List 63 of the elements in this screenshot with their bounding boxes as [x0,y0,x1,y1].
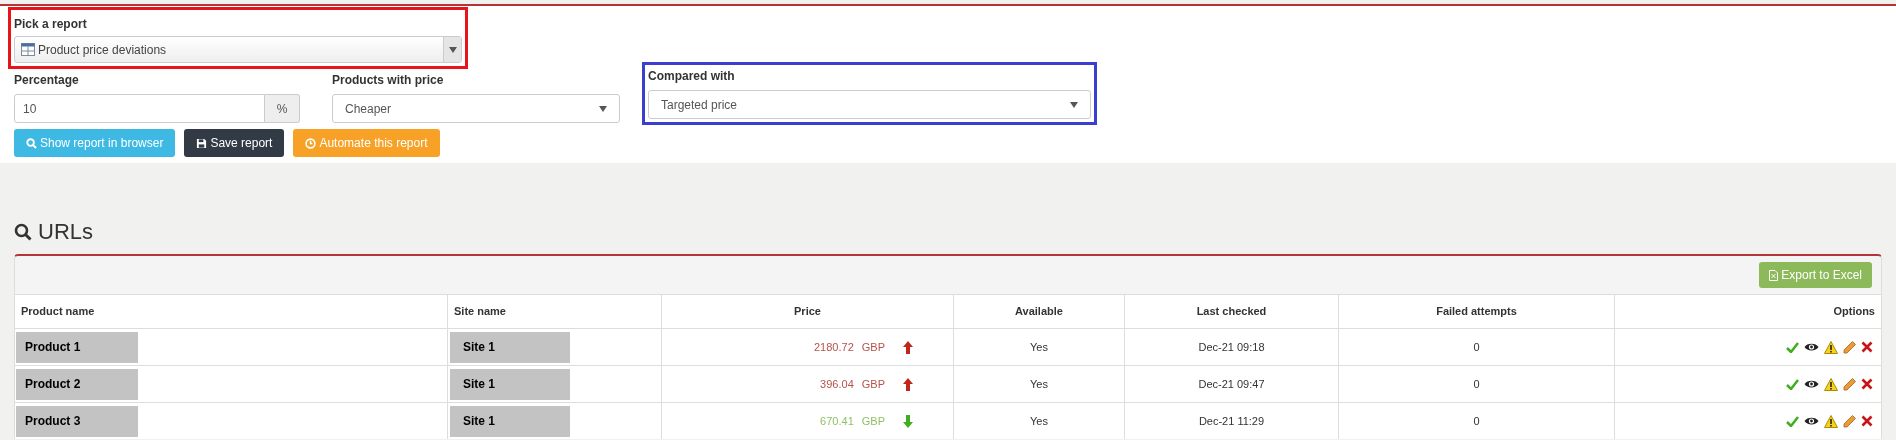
close-icon[interactable] [1861,415,1873,427]
eye-icon[interactable] [1804,379,1819,389]
warning-icon[interactable] [1824,414,1838,428]
price: 670.41 [820,413,854,429]
column-header: Last checked [1125,295,1339,328]
table-cell: Yes [954,329,1125,365]
column-header: Available [954,295,1125,328]
search-icon [14,222,32,241]
table-cell: 0 [1339,329,1615,365]
checkmark-icon[interactable] [1786,341,1799,353]
clock-icon [305,137,317,149]
action-button[interactable]: Save report [184,129,285,157]
column-header: Site name [448,295,662,328]
table-cell: Site 1 [450,331,570,363]
eye-icon[interactable] [1804,342,1819,352]
price: 2180.72 [814,339,854,355]
table-cell: Site 1 [450,405,570,437]
field-label: Pick a report [14,16,88,33]
close-icon[interactable] [1861,378,1873,390]
eye-icon[interactable] [1804,416,1819,426]
unit-addon: % [265,94,300,123]
column-header: Price [662,295,954,328]
select-value: Product price deviations [38,41,168,59]
currency: GBP [861,413,885,429]
checkmark-icon[interactable] [1786,378,1799,390]
field-label: Products with price [332,72,445,89]
warning-icon[interactable] [1824,377,1838,391]
dropdown-caret-icon [599,105,607,112]
checkmark-icon[interactable] [1786,415,1799,427]
section-title: URLs [38,218,93,246]
field-label: Percentage [14,72,80,89]
table-cell: 0 [1339,366,1615,402]
column-header: Product name [15,295,448,328]
warning-icon[interactable] [1824,340,1838,354]
table-cell: Site 1 [450,368,570,400]
dropdown-select[interactable]: Cheaper [332,94,620,123]
pencil-icon[interactable] [1843,414,1856,428]
table-cell: Product 3 [16,405,138,437]
table-cell: Product 2 [16,368,138,400]
price: 396.04 [820,376,854,392]
dropdown-select[interactable]: Targeted price [648,90,1091,119]
table-cell: Dec-21 09:18 [1125,329,1339,365]
table-cell: Dec-21 11:29 [1125,403,1339,439]
table-cell: Dec-21 09:47 [1125,366,1339,402]
column-header: Options [1832,304,1876,320]
percentage-input[interactable]: 10 [14,94,265,123]
pencil-icon[interactable] [1843,340,1856,354]
report-select[interactable]: Product price deviations [14,36,462,63]
table-cell: 0 [1339,403,1615,439]
pencil-icon[interactable] [1843,377,1856,391]
document-icon [1769,269,1779,281]
currency: GBP [861,339,885,355]
table-cell: Yes [954,403,1125,439]
dropdown-caret-icon [448,46,457,53]
table-cell: Product 1 [16,331,138,363]
dropdown-caret-icon [1070,101,1078,108]
close-icon[interactable] [1861,341,1873,353]
search-icon [26,137,37,149]
table-icon [21,43,35,56]
currency: GBP [861,376,885,392]
field-label: Compared with [648,68,736,85]
column-header: Failed attempts [1339,295,1615,328]
table-cell: Yes [954,366,1125,402]
